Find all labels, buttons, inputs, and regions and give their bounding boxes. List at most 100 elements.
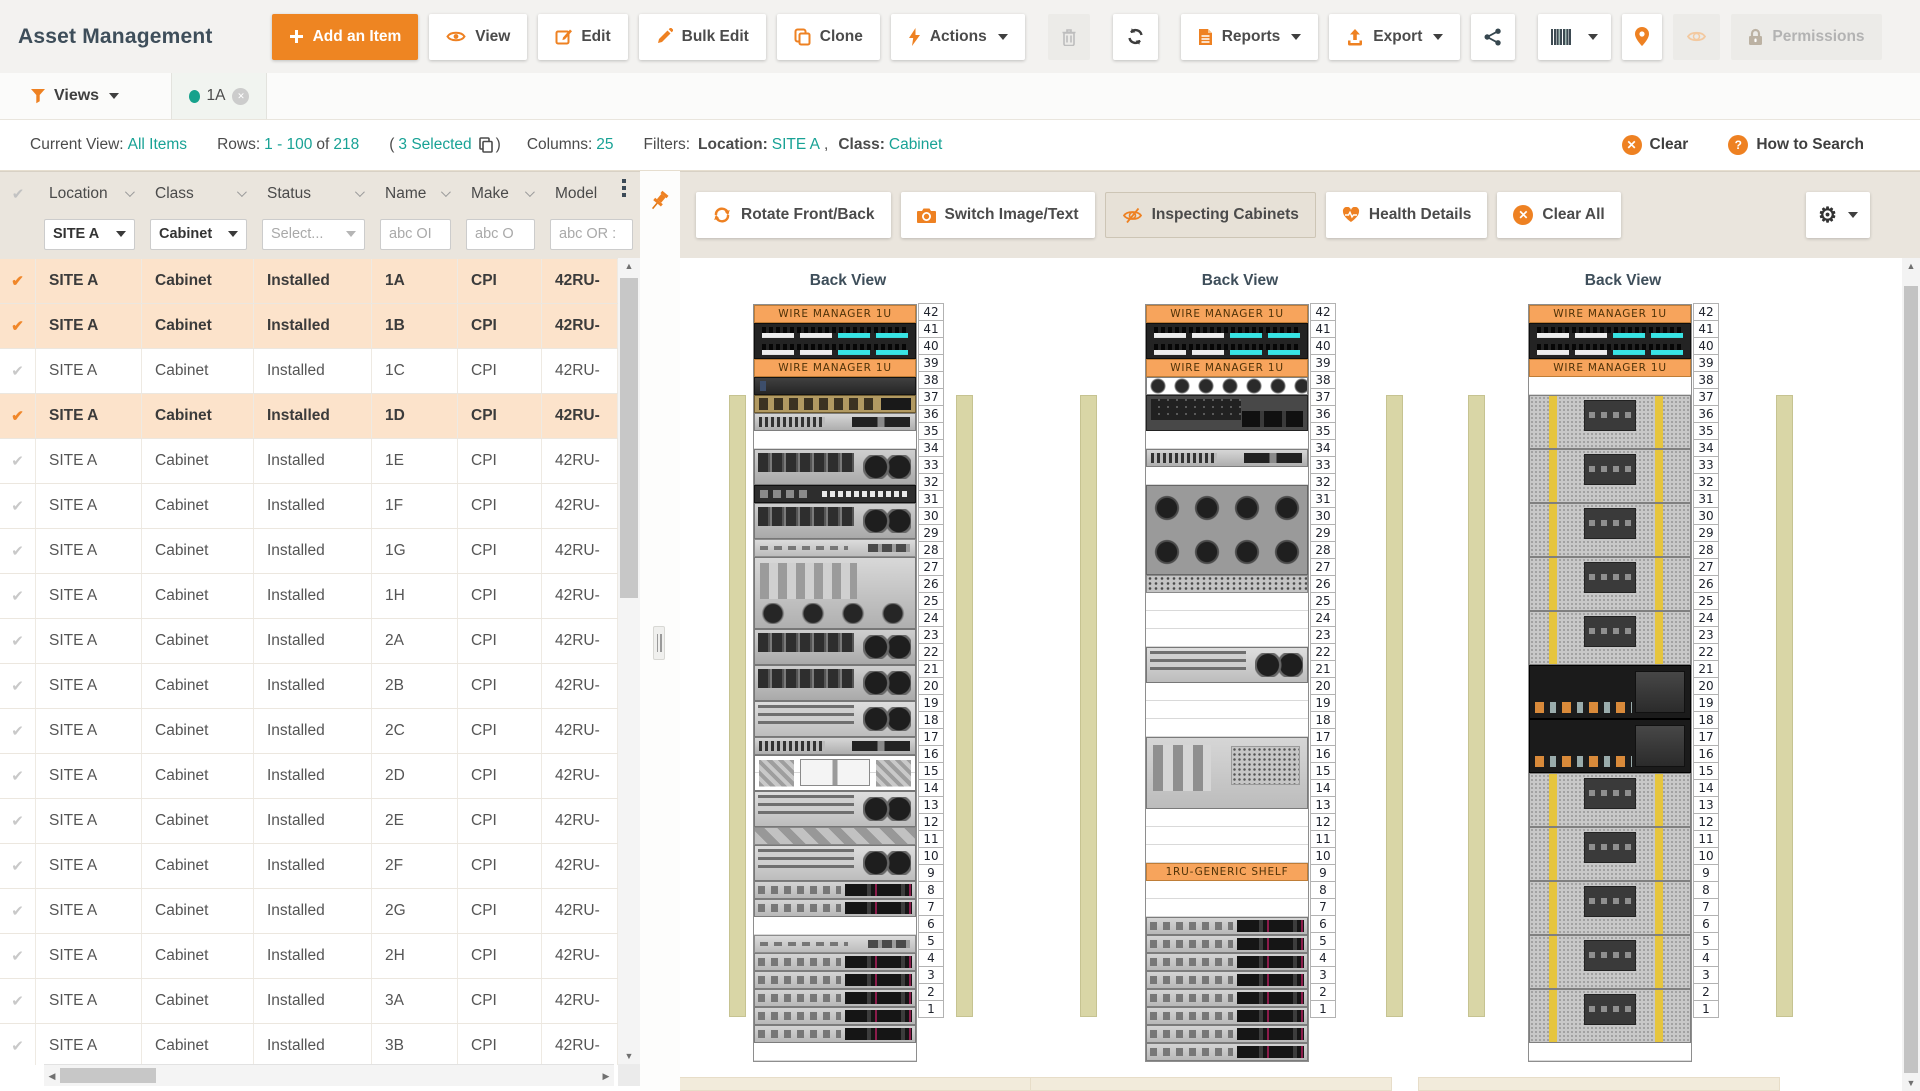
rack-unit-srv2l[interactable] bbox=[754, 791, 916, 827]
scroll-right-icon[interactable]: ▶ bbox=[598, 1065, 614, 1087]
view-button[interactable]: View bbox=[429, 14, 527, 60]
rack-unit-stor3[interactable] bbox=[1529, 449, 1691, 503]
table-row[interactable]: ✔SITE ACabinetInstalled2HCPI42RU- bbox=[0, 934, 618, 979]
rack-unit-dir3[interactable] bbox=[1529, 665, 1691, 719]
empty-rack-slot[interactable] bbox=[1146, 809, 1308, 827]
rows-range[interactable]: 1 - 100 bbox=[264, 136, 312, 154]
empty-rack-slot[interactable] bbox=[754, 431, 916, 449]
table-horizontal-scrollbar[interactable]: ◀ ▶ bbox=[44, 1064, 614, 1086]
viewer-vertical-scrollbar[interactable]: ▲ ▼ bbox=[1902, 258, 1920, 1091]
name-filter-input[interactable] bbox=[380, 219, 451, 250]
row-select-check[interactable]: ✔ bbox=[0, 529, 36, 573]
rack-unit-srv2l[interactable] bbox=[754, 701, 916, 737]
views-dropdown[interactable]: Views bbox=[0, 87, 133, 105]
permissions-button[interactable]: Permissions bbox=[1731, 14, 1881, 60]
inspecting-cabinets-button[interactable]: Inspecting Cabinets bbox=[1105, 192, 1316, 238]
table-row[interactable]: ✔SITE ACabinetInstalled2DCPI42RU- bbox=[0, 754, 618, 799]
select-all-header[interactable]: ✔ bbox=[0, 172, 36, 215]
rack-unit-hp1[interactable] bbox=[754, 881, 916, 899]
empty-rack-slot[interactable] bbox=[1146, 683, 1308, 701]
table-row[interactable]: ✔SITE ACabinetInstalled3ACPI42RU- bbox=[0, 979, 618, 1024]
row-select-check[interactable]: ✔ bbox=[0, 979, 36, 1023]
table-row[interactable]: ✔SITE ACabinetInstalled2ACPI42RU- bbox=[0, 619, 618, 664]
reports-button[interactable]: Reports bbox=[1181, 14, 1319, 60]
row-select-check[interactable]: ✔ bbox=[0, 889, 36, 933]
table-row[interactable]: ✔SITE ACabinetInstalled1CCPI42RU- bbox=[0, 349, 618, 394]
actions-button[interactable]: Actions bbox=[891, 14, 1025, 60]
rack-unit-chw2[interactable] bbox=[754, 755, 916, 791]
empty-rack-slot[interactable] bbox=[1146, 701, 1308, 719]
table-row[interactable]: ✔SITE ACabinetInstalled2FCPI42RU- bbox=[0, 844, 618, 889]
location-filter-select[interactable]: SITE A bbox=[44, 219, 135, 250]
rack-unit-wire[interactable]: WIRE MANAGER 1U bbox=[1529, 359, 1691, 377]
rack-unit-hp1[interactable] bbox=[754, 971, 916, 989]
row-select-check[interactable]: ✔ bbox=[0, 349, 36, 393]
column-header-status[interactable]: Status bbox=[254, 172, 372, 215]
rack-unit-srv2[interactable] bbox=[754, 449, 916, 485]
table-row[interactable]: ✔SITE ACabinetInstalled2GCPI42RU- bbox=[0, 889, 618, 934]
empty-rack-slot[interactable] bbox=[1146, 467, 1308, 485]
empty-rack-slot[interactable] bbox=[1146, 845, 1308, 863]
row-select-check[interactable]: ✔ bbox=[0, 574, 36, 618]
rack-unit-tan[interactable] bbox=[754, 395, 916, 413]
switch-image-text-button[interactable]: Switch Image/Text bbox=[901, 192, 1095, 238]
filter-location-value[interactable]: SITE A bbox=[772, 136, 820, 154]
rack-unit-stor3[interactable] bbox=[1529, 989, 1691, 1043]
empty-rack-slot[interactable] bbox=[1146, 431, 1308, 449]
clear-all-button[interactable]: ✕ Clear All bbox=[1497, 192, 1620, 238]
rack-unit-srv1[interactable] bbox=[754, 935, 916, 953]
class-filter-select[interactable]: Cabinet bbox=[150, 219, 247, 250]
location-button[interactable] bbox=[1622, 14, 1662, 60]
table-row[interactable]: ✔SITE ACabinetInstalled1GCPI42RU- bbox=[0, 529, 618, 574]
rack-unit-srv2l[interactable] bbox=[1146, 647, 1308, 683]
rack-unit-stor3[interactable] bbox=[1529, 881, 1691, 935]
rack-unit-hp1[interactable] bbox=[754, 953, 916, 971]
clear-filters-button[interactable]: ✕ Clear bbox=[1622, 135, 1689, 155]
rack-unit-rear1[interactable] bbox=[754, 413, 916, 431]
edit-button[interactable]: Edit bbox=[538, 14, 627, 60]
empty-rack-slot[interactable] bbox=[754, 917, 916, 935]
table-row[interactable]: ✔SITE ACabinetInstalled3BCPI42RU- bbox=[0, 1024, 618, 1065]
rack-unit-blade5[interactable] bbox=[1146, 485, 1308, 575]
rack-unit-hatch[interactable] bbox=[754, 827, 916, 845]
scroll-up-icon[interactable]: ▲ bbox=[618, 258, 640, 274]
row-select-check[interactable]: ✔ bbox=[0, 844, 36, 888]
rack-unit-wire[interactable]: WIRE MANAGER 1U bbox=[1146, 305, 1308, 323]
rack-unit-srv2[interactable] bbox=[754, 665, 916, 701]
empty-rack-slot[interactable] bbox=[1529, 1043, 1691, 1061]
row-select-check[interactable]: ✔ bbox=[0, 754, 36, 798]
row-select-check[interactable]: ✔ bbox=[0, 619, 36, 663]
rack-unit-srv1[interactable] bbox=[754, 539, 916, 557]
share-button[interactable] bbox=[1471, 14, 1515, 60]
column-header-location[interactable]: Location bbox=[36, 172, 142, 215]
rack-unit-rear1[interactable] bbox=[754, 737, 916, 755]
column-header-name[interactable]: Name bbox=[372, 172, 458, 215]
row-select-check[interactable]: ✔ bbox=[0, 484, 36, 528]
table-row[interactable]: ✔SITE ACabinetInstalled1ACPI42RU- bbox=[0, 259, 618, 304]
copy-selected-icon[interactable] bbox=[479, 137, 493, 153]
scroll-left-icon[interactable]: ◀ bbox=[44, 1065, 60, 1087]
rack-unit-srv2[interactable] bbox=[754, 503, 916, 539]
rack-unit-hp1[interactable] bbox=[1146, 935, 1308, 953]
empty-rack-slot[interactable] bbox=[1146, 611, 1308, 629]
rack-unit-stor3[interactable] bbox=[1529, 503, 1691, 557]
rack-unit-rear1[interactable] bbox=[1146, 449, 1308, 467]
rack-unit-stor3[interactable] bbox=[1529, 935, 1691, 989]
row-select-check[interactable]: ✔ bbox=[0, 394, 36, 438]
rotate-front-back-button[interactable]: Rotate Front/Back bbox=[696, 192, 891, 238]
scroll-down-icon[interactable]: ▼ bbox=[1902, 1075, 1920, 1091]
empty-rack-slot[interactable] bbox=[1146, 881, 1308, 899]
empty-rack-slot[interactable] bbox=[754, 1043, 916, 1061]
scrollbar-thumb[interactable] bbox=[1904, 286, 1918, 1073]
row-select-check[interactable]: ✔ bbox=[0, 259, 36, 303]
rack-unit-hp1[interactable] bbox=[1146, 953, 1308, 971]
row-select-check[interactable]: ✔ bbox=[0, 1024, 36, 1065]
rack-unit-dir3[interactable] bbox=[1529, 719, 1691, 773]
columns-value[interactable]: 25 bbox=[596, 136, 613, 154]
barcode-button[interactable] bbox=[1538, 14, 1611, 60]
row-select-check[interactable]: ✔ bbox=[0, 304, 36, 348]
table-row[interactable]: ✔SITE ACabinetInstalled1BCPI42RU- bbox=[0, 304, 618, 349]
rack-unit-stor3[interactable] bbox=[1529, 773, 1691, 827]
rack-unit-vent1[interactable] bbox=[1146, 575, 1308, 593]
rack-unit-fan1[interactable] bbox=[1146, 377, 1308, 395]
